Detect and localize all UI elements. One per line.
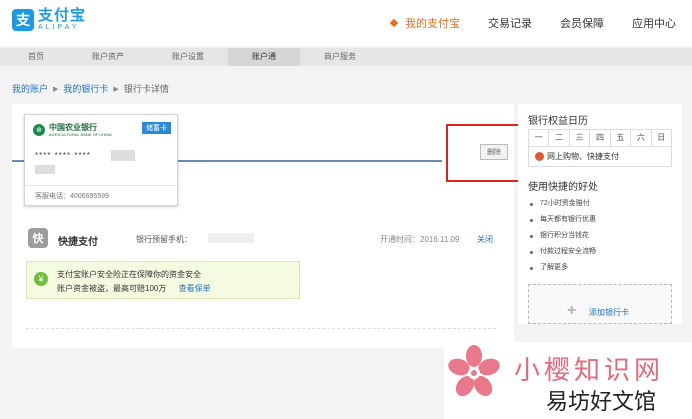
subnav-merchant[interactable]: 商户服务: [300, 48, 380, 66]
subnav-home[interactable]: 首页: [0, 48, 68, 66]
abc-bank-logo-icon: ⊕: [33, 124, 45, 136]
weekday-mon[interactable]: 一: [529, 130, 550, 146]
weekday-sat[interactable]: 六: [631, 130, 652, 146]
nav-label: 会员保障: [560, 18, 604, 30]
nav-label: 交易记录: [488, 18, 532, 30]
breadcrumb-separator-icon: ▶: [53, 85, 59, 93]
bank-name-en: AGRICULTURAL BANK OF CHINA: [49, 132, 112, 137]
list-item: 银行积分当钱花: [530, 228, 596, 244]
breadcrumb: 我的账户 ▶ 我的银行卡 ▶ 银行卡详情: [12, 82, 169, 95]
dashed-divider: [26, 328, 496, 329]
main-panel: ⊕ 中国农业银行 AGRICULTURAL BANK OF CHINA 储蓄卡 …: [12, 104, 514, 348]
right-sidebar: 银行权益日历 一 二 三 四 五 六 日 网上购物、快捷支付 使用快捷的好处 7…: [518, 104, 682, 324]
masked-phone: [208, 233, 254, 243]
security-line1: 支付宝账户安全险正在保障你的资金安全: [57, 270, 201, 279]
alipay-logo-icon: 支: [12, 9, 34, 31]
weekday-wed[interactable]: 三: [570, 130, 591, 146]
learn-more-link[interactable]: 了解更多: [530, 260, 596, 276]
weekday-tue[interactable]: 二: [549, 130, 570, 146]
quick-pay-close-link[interactable]: 关闭: [477, 234, 493, 245]
subnav-account-pass[interactable]: 账户通: [228, 48, 300, 66]
logo-subtitle: ALIPAY: [38, 24, 80, 31]
benefit-icon: [535, 152, 544, 161]
weekday-sun[interactable]: 日: [652, 130, 671, 146]
list-item: 付款过程安全流畅: [530, 244, 596, 260]
masked-digits: [111, 150, 135, 161]
quick-pay-benefits-title: 使用快捷的好处: [528, 182, 598, 193]
list-item: 每天都有银行优惠: [530, 212, 596, 228]
breadcrumb-my-cards[interactable]: 我的银行卡: [63, 82, 108, 95]
security-line2-text: 账户资金被盗，最高可赔100万: [57, 284, 167, 293]
nav-label: 我的支付宝: [405, 18, 460, 30]
subnav-assets[interactable]: 账户资产: [68, 48, 148, 66]
weekday-fri[interactable]: 五: [611, 130, 632, 146]
shield-yen-icon: ¥: [34, 272, 48, 286]
view-policy-link[interactable]: 查看保单: [179, 284, 211, 293]
highlight-annotation: [446, 124, 524, 182]
top-header: 支 支付宝 ALIPAY 我的支付宝 交易记录 会员保障 应用中心: [0, 0, 692, 46]
list-item: 72小时资金赔付: [530, 196, 596, 212]
breadcrumb-current: 银行卡详情: [123, 84, 169, 94]
bank-name: 中国农业银行: [49, 123, 97, 132]
weekday-header: 一 二 三 四 五 六 日: [528, 129, 672, 147]
nav-transactions[interactable]: 交易记录: [488, 15, 532, 31]
card-number: **** **** ****: [35, 151, 91, 160]
calendar-benefit-text: 网上购物、快捷支付: [547, 152, 619, 161]
watermark-line1: 小樱知识网: [514, 356, 665, 386]
subnav-settings[interactable]: 账户设置: [148, 48, 228, 66]
nav-my-alipay[interactable]: 我的支付宝: [389, 15, 460, 31]
plus-icon: +: [567, 302, 577, 319]
add-bank-card-button[interactable]: + 添加银行卡: [528, 284, 672, 324]
quick-pay-phone-label: 银行预留手机：: [136, 235, 192, 244]
card-type-badge: 储蓄卡: [142, 122, 171, 134]
watermark: 小樱知识网 易坊好文馆: [444, 342, 692, 419]
breadcrumb-my-account[interactable]: 我的账户: [12, 82, 48, 95]
quick-pay-icon: 快: [28, 228, 48, 248]
security-line2: 账户资金被盗，最高可赔100万 查看保单: [57, 283, 211, 294]
watermark-line2: 易坊好文馆: [546, 390, 657, 415]
nav-app-center[interactable]: 应用中心: [632, 15, 676, 31]
top-nav: 我的支付宝 交易记录 会员保障 应用中心: [363, 0, 676, 46]
security-notice: ¥ 支付宝账户安全险正在保障你的资金安全 账户资金被盗，最高可赔100万 查看保…: [26, 261, 300, 299]
breadcrumb-separator-icon: ▶: [113, 85, 119, 93]
quick-pay-row: 快 快捷支付 银行预留手机： 开通时间：2016.11.09 关闭: [28, 228, 498, 250]
sub-nav: 首页 账户资产 账户设置 账户通 商户服务: [0, 48, 692, 66]
nav-member-protection[interactable]: 会员保障: [560, 15, 604, 31]
card-hotline: 客服电话：4006695599: [25, 185, 177, 205]
masked-holder: [35, 165, 55, 174]
logo-title: 支付宝: [38, 7, 87, 24]
benefit-calendar-title: 银行权益日历: [528, 116, 588, 127]
bank-card: ⊕ 中国农业银行 AGRICULTURAL BANK OF CHINA 储蓄卡 …: [24, 114, 178, 206]
weekday-thu[interactable]: 四: [590, 130, 611, 146]
cherry-blossom-icon: [448, 345, 500, 397]
add-bank-card-label: 添加银行卡: [589, 308, 629, 317]
benefits-list: 72小时资金赔付 每天都有银行优惠 银行积分当钱花 付款过程安全流畅 了解更多: [530, 196, 596, 276]
nav-label: 应用中心: [632, 18, 676, 30]
calendar-benefit-item: 网上购物、快捷支付: [528, 147, 672, 167]
alipay-logo[interactable]: 支 支付宝 ALIPAY: [12, 8, 86, 32]
quick-pay-open-date: 开通时间：2016.11.09: [380, 235, 460, 244]
quick-pay-title: 快捷支付: [58, 237, 98, 248]
active-diamond-icon: [389, 18, 399, 28]
